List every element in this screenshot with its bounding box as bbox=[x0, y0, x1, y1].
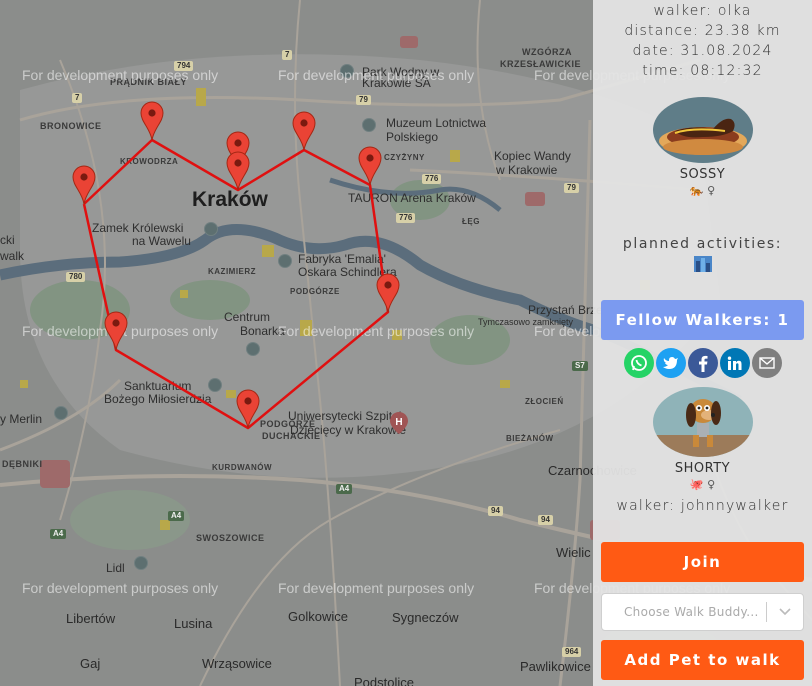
route-marker-icon[interactable] bbox=[104, 311, 128, 351]
pet-card-sossy[interactable]: SOSSY 🐅 ♀ bbox=[593, 97, 812, 202]
facebook-icon[interactable] bbox=[687, 348, 718, 378]
route-marker-icon[interactable] bbox=[292, 111, 316, 151]
walk-detail-panel: walker: olka distance: 23.38 km date: 31… bbox=[593, 0, 812, 686]
walk-distance: distance: 23.38 km bbox=[624, 23, 781, 39]
share-buttons bbox=[593, 348, 812, 378]
pet-walker-shorty: walker: johnnywalker bbox=[616, 498, 789, 514]
fellow-walkers-button[interactable]: Fellow Walkers: 1 bbox=[601, 300, 804, 340]
walk-walker: walker: olka bbox=[653, 3, 752, 19]
pet-name-shorty: SHORTY bbox=[674, 461, 731, 476]
email-icon[interactable] bbox=[751, 348, 782, 378]
slinky-dog-image bbox=[652, 387, 753, 457]
route-marker-icon[interactable] bbox=[358, 146, 382, 186]
walk-info: walker: olka distance: 23.38 km date: 31… bbox=[593, 1, 812, 81]
pet-card-shorty[interactable]: SHORTY 🐙 ♀ walker: johnnywalker bbox=[593, 387, 812, 516]
planned-activities: planned activities: bbox=[593, 212, 812, 276]
walk-date: date: 31.08.2024 bbox=[632, 43, 773, 59]
pet-tags-sossy: 🐅 ♀ bbox=[689, 184, 716, 197]
city-activity-icon bbox=[693, 256, 712, 272]
chevron-down-icon[interactable] bbox=[767, 608, 803, 616]
add-pet-button[interactable]: Add Pet to walk bbox=[601, 640, 804, 680]
whatsapp-icon[interactable] bbox=[623, 348, 654, 378]
walk-buddy-select[interactable]: Choose Walk Buddy... bbox=[601, 593, 804, 631]
linkedin-icon[interactable] bbox=[719, 348, 750, 378]
planned-activities-label: planned activities: bbox=[622, 236, 783, 252]
pet-avatar-shorty[interactable] bbox=[652, 387, 753, 457]
pet-tags-shorty: 🐙 ♀ bbox=[689, 478, 716, 491]
twitter-icon[interactable] bbox=[655, 348, 686, 378]
app-root: PRĄDNIK BIAŁY BRONOWICE KROWODRZA WZGÓRZ… bbox=[0, 0, 812, 686]
route-marker-icon[interactable] bbox=[140, 101, 164, 141]
join-button[interactable]: Join bbox=[601, 542, 804, 582]
pet-avatar-sossy[interactable] bbox=[652, 97, 753, 163]
walk-buddy-placeholder: Choose Walk Buddy... bbox=[624, 605, 759, 619]
hotdog-dachshund-image bbox=[652, 97, 753, 163]
walk-time: time: 08:12:32 bbox=[642, 63, 763, 79]
route-marker-icon[interactable] bbox=[376, 273, 400, 313]
pet-name-sossy: SOSSY bbox=[679, 167, 726, 182]
